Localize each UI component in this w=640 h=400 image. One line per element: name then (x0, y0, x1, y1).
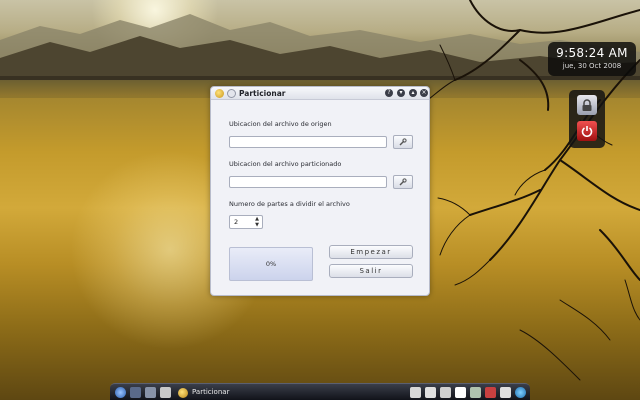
window-menu-icon[interactable] (227, 89, 236, 98)
parts-spinbox[interactable]: 2 ▲ ▼ (229, 215, 263, 229)
window-title: Particionar (239, 89, 286, 98)
taskbar-entry-label: Particionar (192, 388, 230, 396)
battery-icon[interactable] (500, 387, 511, 398)
exit-button[interactable]: Salir (329, 264, 413, 278)
logout-button[interactable] (577, 121, 597, 141)
maximize-icon[interactable]: ▴ (409, 89, 417, 97)
volume-icon[interactable] (440, 387, 451, 398)
document-icon[interactable] (425, 387, 436, 398)
help-icon[interactable]: ? (385, 89, 393, 97)
split-label: Ubicacion del archivo particionado (229, 160, 342, 168)
parts-label: Numero de partes a dividir el archivo (229, 200, 350, 208)
kde-menu-icon[interactable] (115, 387, 126, 398)
window-titlebar[interactable]: Particionar ? ▾ ▴ × (211, 87, 429, 100)
globe-icon[interactable] (515, 387, 526, 398)
clock-widget: 9:58:24 AM jue, 30 Oct 2008 (548, 42, 636, 76)
session-widget (569, 90, 605, 148)
lock-screen-button[interactable] (577, 95, 597, 115)
show-desktop-icon[interactable] (130, 387, 141, 398)
close-icon[interactable]: × (420, 89, 428, 97)
notes-icon[interactable] (470, 387, 481, 398)
clock-time: 9:58:24 AM (556, 46, 628, 60)
origin-path-input[interactable] (229, 136, 387, 148)
origin-label: Ubicacion del archivo de origen (229, 120, 332, 128)
lock-icon (582, 98, 592, 111)
app-icon (215, 89, 224, 98)
file-manager-icon[interactable] (160, 387, 171, 398)
app-icon (178, 388, 188, 398)
split-path-input[interactable] (229, 176, 387, 188)
taskbar-entry-particionar[interactable]: Particionar (178, 386, 298, 399)
minimize-icon[interactable]: ▾ (397, 89, 405, 97)
browse-origin-button[interactable] (393, 135, 413, 149)
particionar-window: Particionar ? ▾ ▴ × Ubicacion del archiv… (210, 86, 430, 296)
clock-date: jue, 30 Oct 2008 (562, 62, 622, 70)
taskbar: Particionar (110, 383, 530, 400)
clipboard-icon[interactable] (410, 387, 421, 398)
spin-arrows-icon[interactable]: ▲ ▼ (255, 216, 259, 228)
network-icon[interactable] (455, 387, 466, 398)
progress-percent: 0% (265, 260, 277, 268)
wrench-icon (399, 178, 407, 186)
start-button[interactable]: Empezar (329, 245, 413, 259)
wrench-icon (399, 138, 407, 146)
pager-icon[interactable] (145, 387, 156, 398)
power-icon (581, 126, 593, 137)
parts-value: 2 (234, 218, 239, 226)
progress-bar: 0% (229, 247, 313, 281)
browse-split-button[interactable] (393, 175, 413, 189)
updates-icon[interactable] (485, 387, 496, 398)
